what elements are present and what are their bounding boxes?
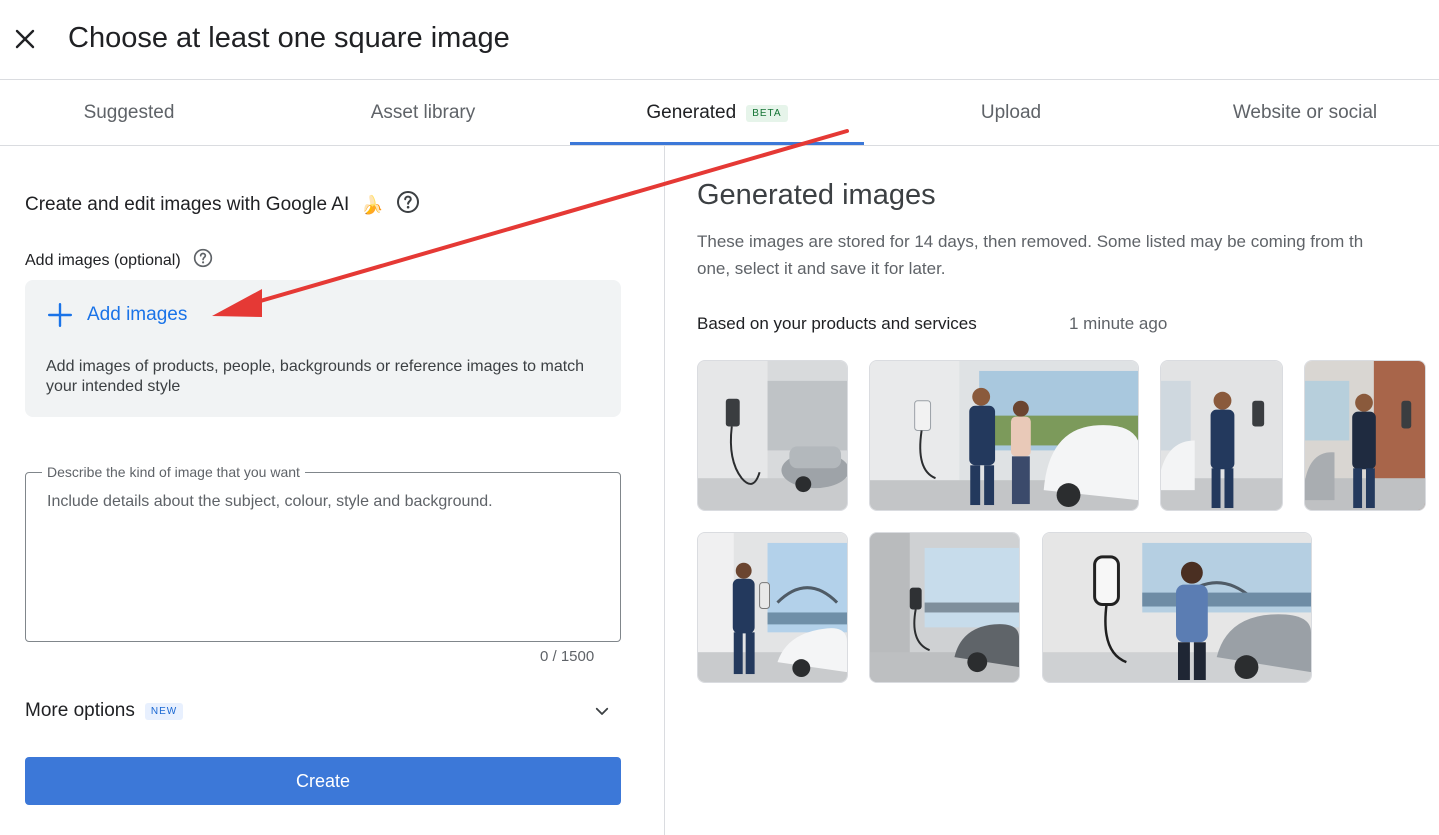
modern-garage-charger-image <box>870 533 1019 682</box>
ev-charger-garage-image <box>698 361 847 510</box>
left-panel: Create and edit images with Google AI 🍌 … <box>0 146 664 835</box>
intro-text: Create and edit images with Google AI <box>25 194 350 215</box>
tab-label: Website or social <box>1232 102 1378 123</box>
woman-holding-charger-plug-image <box>1043 533 1311 682</box>
generated-images-description: These images are stored for 14 days, the… <box>697 228 1439 282</box>
help-button[interactable] <box>193 248 213 273</box>
group-heading: Based on your products and services <box>697 314 977 333</box>
close-button[interactable] <box>8 22 42 56</box>
dialog: Choose at least one square image Suggest… <box>0 0 1439 835</box>
add-images-label-row: Add images (optional) <box>25 248 213 273</box>
technician-brick-wall-image <box>1305 361 1425 510</box>
harbour-garage-charger-image <box>698 533 847 682</box>
tab-generated[interactable]: Generated BETA <box>570 81 864 145</box>
generated-image-thumbnail[interactable] <box>869 532 1020 683</box>
right-panel: Generated images These images are stored… <box>665 146 1439 835</box>
add-images-button[interactable]: Add images <box>47 302 187 328</box>
create-button[interactable]: Create <box>25 757 621 805</box>
generated-image-thumbnail[interactable] <box>1160 360 1283 511</box>
describe-field-label: Describe the kind of image that you want <box>42 464 305 480</box>
add-images-box: Add images Add images of products, peopl… <box>25 280 621 417</box>
tab-suggested[interactable]: Suggested <box>0 81 276 145</box>
more-options-label: More options <box>25 700 135 721</box>
intro-row: Create and edit images with Google AI 🍌 <box>25 190 420 220</box>
help-icon <box>193 248 212 268</box>
generated-image-thumbnail[interactable] <box>697 532 848 683</box>
describe-input[interactable] <box>47 493 607 623</box>
plus-icon <box>47 302 73 328</box>
description-line: one, select it and save it for later. <box>697 259 946 278</box>
generated-image-thumbnail[interactable] <box>697 360 848 511</box>
description-line: These images are stored for 14 days, the… <box>697 232 1364 251</box>
tab-asset-library[interactable]: Asset library <box>276 81 570 145</box>
help-icon <box>396 191 419 213</box>
tab-label: Upload <box>980 102 1042 123</box>
dialog-title: Choose at least one square image <box>68 22 510 54</box>
character-count: 0 / 1500 <box>540 648 595 665</box>
tab-website-or-social[interactable]: Website or social <box>1158 81 1439 145</box>
add-images-button-label: Add images <box>87 304 188 325</box>
technician-installing-charger-image <box>1161 361 1282 510</box>
more-options-toggle[interactable]: More options NEW <box>25 696 621 726</box>
generated-image-thumbnail[interactable] <box>1042 532 1312 683</box>
dialog-header: Choose at least one square image <box>0 0 1439 80</box>
beta-badge: BETA <box>746 104 788 122</box>
group-timestamp: 1 minute ago <box>1069 314 1168 333</box>
tab-label: Suggested <box>83 102 175 123</box>
describe-field: Describe the kind of image that you want <box>25 464 621 642</box>
chevron-down-icon <box>595 707 609 715</box>
tab-upload[interactable]: Upload <box>864 81 1158 145</box>
close-icon <box>15 29 35 49</box>
help-button[interactable] <box>396 190 420 220</box>
generated-image-thumbnail[interactable] <box>869 360 1139 511</box>
generated-image-thumbnail[interactable] <box>1304 360 1426 511</box>
tab-bar: Suggested Asset library Generated BETA U… <box>0 81 1439 146</box>
tab-label: Generated <box>646 102 737 123</box>
new-badge: NEW <box>144 702 184 720</box>
banana-icon: 🍌 <box>361 194 384 215</box>
technician-and-customer-image <box>870 361 1138 510</box>
tab-label: Asset library <box>370 102 476 123</box>
add-images-label: Add images (optional) <box>25 251 181 269</box>
add-images-description: Add images of products, people, backgrou… <box>46 358 585 395</box>
generated-images-title: Generated images <box>697 179 936 211</box>
active-tab-indicator <box>570 142 864 145</box>
